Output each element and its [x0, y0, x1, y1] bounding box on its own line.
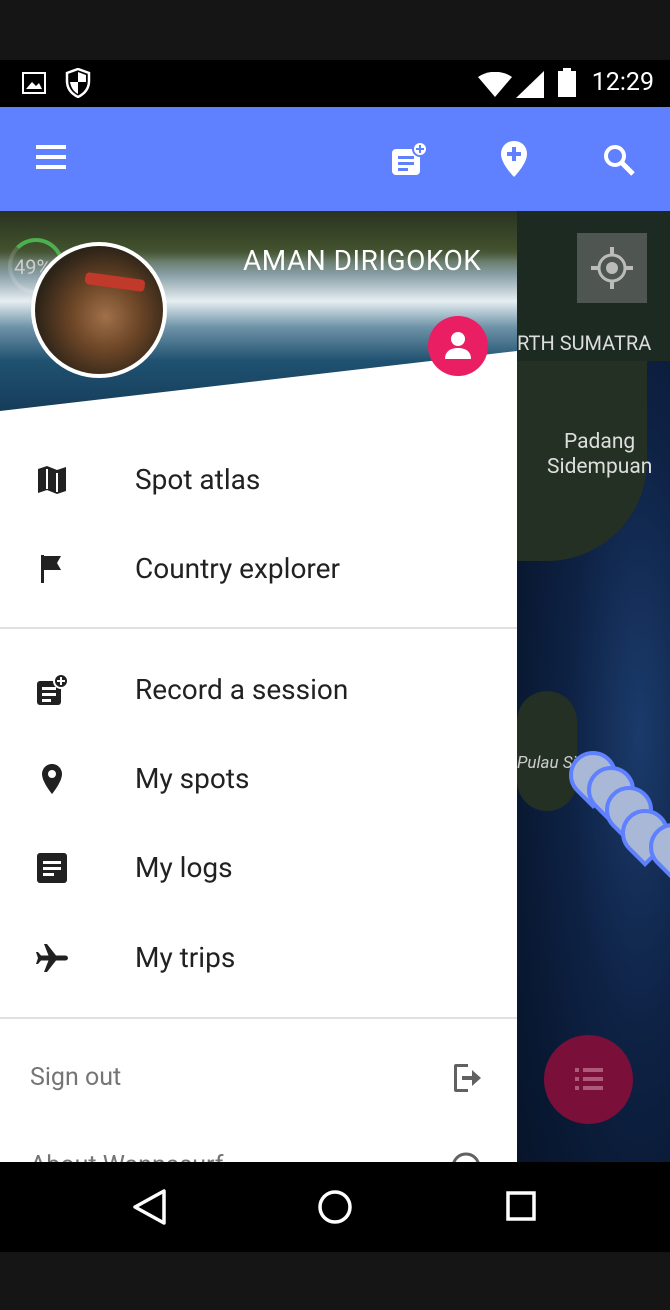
back-icon[interactable]	[131, 1188, 167, 1226]
home-icon[interactable]	[316, 1188, 354, 1226]
top-letterbox	[0, 0, 670, 60]
map-island	[517, 691, 577, 811]
system-nav-bar	[0, 1162, 670, 1252]
sign-out-icon	[454, 1064, 481, 1092]
map-locate-button[interactable]	[577, 233, 647, 303]
about-item[interactable]: About Wannasurf	[0, 1123, 517, 1162]
map-label: Sidempuan	[547, 455, 653, 479]
record-session-icon	[37, 673, 69, 705]
menu-item-my-logs[interactable]: My logs	[0, 823, 517, 912]
map-view[interactable]: RTH SUMATRA Padang Sidempuan Pulau Si	[517, 211, 670, 1162]
profile-header: AMAN DIRIGOKOK 49%	[0, 211, 517, 411]
map-label: RTH SUMATRA	[517, 331, 652, 355]
profile-name: AMAN DIRIGOKOK	[243, 244, 482, 277]
menu-item-label: My spots	[135, 762, 250, 795]
airplane-icon	[36, 944, 68, 972]
image-notification-icon	[22, 72, 46, 94]
battery-icon	[558, 68, 576, 97]
bottom-letterbox	[0, 1252, 670, 1310]
cell-signal-icon	[516, 71, 544, 98]
app-bar	[0, 107, 670, 211]
shield-icon	[65, 68, 91, 98]
map-label: Pulau Si	[517, 753, 577, 773]
add-location-icon[interactable]	[500, 140, 528, 178]
menu-item-my-spots[interactable]: My spots	[0, 734, 517, 823]
list-icon	[575, 1068, 603, 1090]
menu-item-country-explorer[interactable]: Country explorer	[0, 524, 517, 613]
person-icon	[445, 332, 471, 359]
menu-item-label: My trips	[135, 941, 236, 974]
flag-icon	[41, 555, 61, 583]
my-location-icon	[591, 247, 633, 289]
about-label: About Wannasurf	[30, 1151, 223, 1162]
sign-out-item[interactable]: Sign out	[0, 1033, 517, 1123]
avatar[interactable]	[31, 242, 167, 378]
menu-item-my-trips[interactable]: My trips	[0, 913, 517, 1002]
recents-icon[interactable]	[505, 1190, 537, 1222]
status-bar: 12:29	[0, 60, 670, 107]
menu-item-label: Record a session	[135, 673, 349, 706]
status-time: 12:29	[591, 68, 654, 97]
menu-item-label: Spot atlas	[135, 463, 261, 496]
menu-icon[interactable]	[36, 143, 66, 171]
list-fab[interactable]	[544, 1035, 633, 1124]
menu-item-label: My logs	[135, 851, 233, 884]
menu-item-label: Country explorer	[135, 552, 340, 585]
info-icon	[452, 1152, 480, 1162]
profile-fab[interactable]	[428, 316, 488, 376]
map-label: Padang	[564, 430, 636, 454]
wifi-icon	[478, 72, 512, 97]
menu-divider	[0, 627, 517, 629]
place-icon	[42, 764, 62, 794]
record-session-icon[interactable]	[390, 141, 430, 177]
search-icon[interactable]	[603, 144, 635, 176]
menu-item-record-session[interactable]: Record a session	[0, 645, 517, 734]
menu-divider	[0, 1017, 517, 1019]
avatar-headband	[84, 271, 146, 293]
map-icon	[38, 466, 66, 494]
sign-out-label: Sign out	[30, 1063, 122, 1092]
menu-item-spot-atlas[interactable]: Spot atlas	[0, 435, 517, 524]
navigation-drawer: AMAN DIRIGOKOK 49% Spot atlas Country ex…	[0, 211, 517, 1162]
logs-icon	[37, 853, 67, 883]
